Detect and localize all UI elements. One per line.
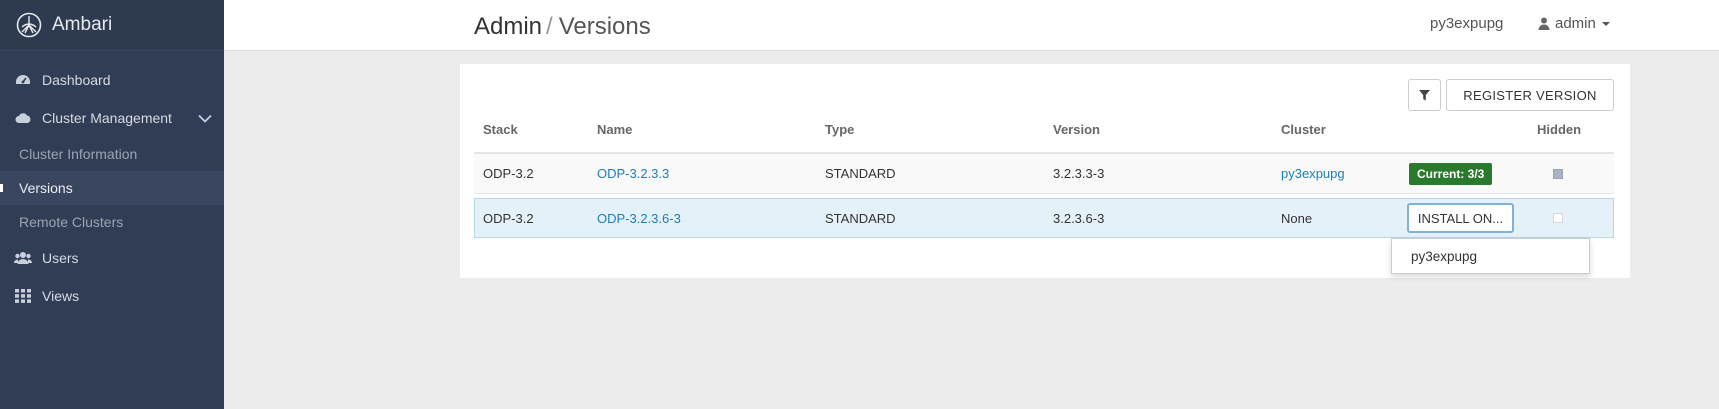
cell-stack: ODP-3.2 (483, 166, 534, 181)
cell-type: STANDARD (825, 210, 896, 226)
column-header-name: Name (597, 122, 633, 137)
user-menu[interactable]: admin (1538, 15, 1610, 32)
install-on-dropdown-item[interactable]: py3expupg (1391, 238, 1590, 274)
users-icon (14, 250, 32, 266)
hidden-checkbox[interactable] (1553, 213, 1563, 223)
version-name-link[interactable]: ODP-3.2.3.3 (597, 154, 669, 193)
cell-cluster: None (1281, 210, 1313, 226)
grid-icon (14, 288, 32, 304)
column-header-version: Version (1053, 122, 1100, 137)
cell-version: 3.2.3.3-3 (1053, 166, 1105, 181)
install-on-button[interactable]: INSTALL ON... (1407, 203, 1514, 233)
breadcrumb-admin[interactable]: Admin (474, 13, 542, 40)
cell-version: 3.2.3.6-3 (1053, 210, 1105, 226)
hidden-checkbox[interactable] (1553, 168, 1563, 179)
column-header-cluster: Cluster (1281, 122, 1326, 137)
column-header-stack: Stack (483, 122, 518, 137)
top-header: Admin / Versions py3expupg admin (224, 0, 1719, 51)
sidebar-item-label: Views (42, 288, 80, 304)
breadcrumb-separator: / (546, 13, 553, 40)
sidebar-item-label: Dashboard (42, 72, 111, 88)
filter-button[interactable] (1408, 79, 1441, 111)
brand-name: Ambari (52, 14, 113, 35)
version-name-link[interactable]: ODP-3.2.3.6-3 (597, 199, 681, 237)
ambari-logo-icon (16, 12, 42, 38)
sidebar-item-dashboard[interactable]: Dashboard (0, 61, 224, 99)
sidebar-item-remote-clusters[interactable]: Remote Clusters (0, 205, 224, 239)
table-row: ODP-3.2 ODP-3.2.3.6-3 STANDARD 3.2.3.6-3… (474, 198, 1614, 238)
brand[interactable]: Ambari (0, 0, 224, 51)
table-row: ODP-3.2 ODP-3.2.3.3 STANDARD 3.2.3.3-3 p… (474, 154, 1614, 194)
dashboard-icon (14, 72, 32, 88)
sidebar-item-views[interactable]: Views (0, 277, 224, 315)
filter-icon (1419, 89, 1430, 100)
chevron-down-icon[interactable] (198, 110, 212, 126)
cloud-icon (14, 110, 32, 126)
page-title: Versions (558, 13, 651, 40)
user-name: admin (1555, 15, 1596, 32)
caret-down-icon (1601, 21, 1610, 26)
sidebar-item-cluster-management[interactable]: Cluster Management (0, 99, 224, 137)
user-icon (1538, 17, 1550, 30)
cluster-link[interactable]: py3expupg (1281, 154, 1345, 193)
status-badge: Current: 3/3 (1409, 162, 1493, 185)
sidebar-item-cluster-information[interactable]: Cluster Information (0, 137, 224, 171)
register-version-button[interactable]: REGISTER VERSION (1446, 79, 1614, 111)
sidebar-item-users[interactable]: Users (0, 239, 224, 277)
sidebar-item-label: Cluster Management (42, 110, 172, 126)
sidebar-item-versions[interactable]: Versions (0, 171, 224, 205)
cell-type: STANDARD (825, 166, 896, 181)
sidebar: Ambari Dashboard Cluster Management Clus… (0, 0, 224, 409)
cell-stack: ODP-3.2 (483, 210, 534, 226)
cluster-name[interactable]: py3expupg (1430, 15, 1503, 32)
breadcrumb: Admin / Versions (474, 13, 651, 41)
sidebar-item-label: Users (42, 250, 79, 266)
column-header-hidden: Hidden (1537, 122, 1582, 137)
column-header-type: Type (825, 122, 855, 137)
